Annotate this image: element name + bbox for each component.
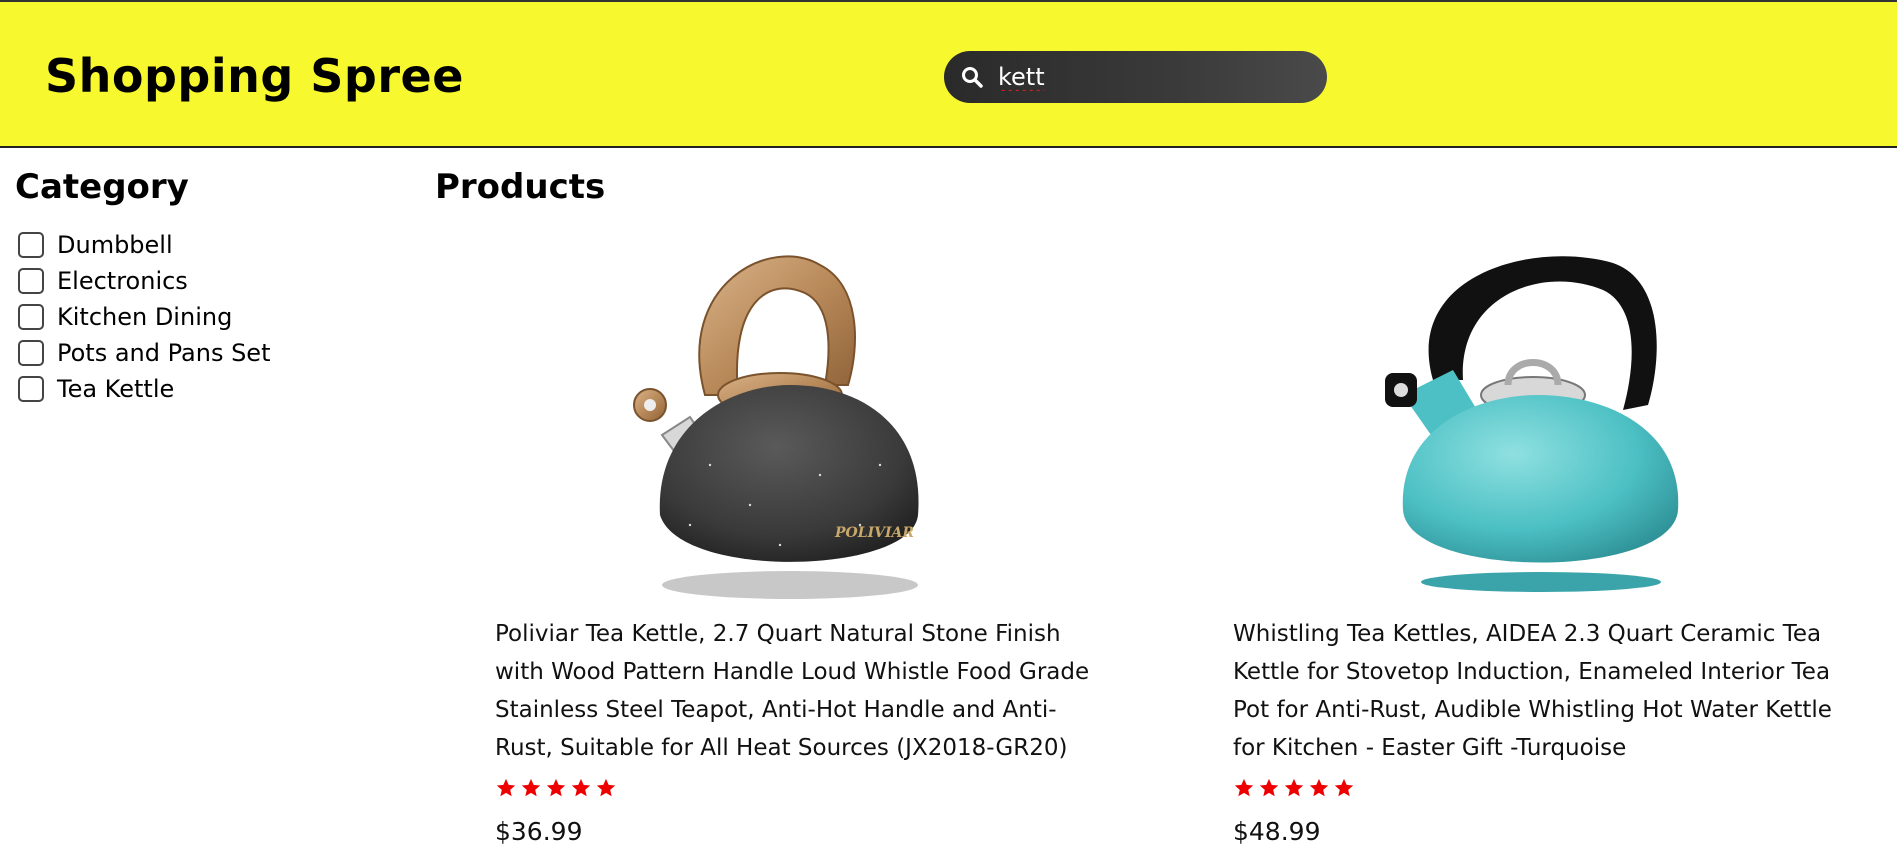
- category-item-tea-kettle[interactable]: Tea Kettle: [15, 371, 395, 407]
- category-label[interactable]: Pots and Pans Set: [57, 338, 270, 368]
- category-label[interactable]: Electronics: [57, 266, 188, 296]
- category-label[interactable]: Tea Kettle: [57, 374, 174, 404]
- header-bar: Shopping Spree: [0, 0, 1897, 148]
- category-label[interactable]: Kitchen Dining: [57, 302, 232, 332]
- star-icon: [521, 778, 541, 797]
- star-icon: [1259, 778, 1279, 797]
- star-icon: [1284, 778, 1304, 797]
- category-item-dumbbell[interactable]: Dumbbell: [15, 227, 395, 263]
- search-input[interactable]: [998, 59, 1308, 95]
- product-card[interactable]: Whistling Tea Kettles, AIDEA 2.3 Quart C…: [1233, 245, 1833, 855]
- product-title[interactable]: Poliviar Tea Kettle, 2.7 Quart Natural S…: [495, 615, 1095, 767]
- star-icon: [496, 778, 516, 797]
- rating-stars: [1233, 777, 1355, 799]
- product-image-black-kettle[interactable]: POLIVIAR: [620, 245, 980, 605]
- star-icon: [1309, 778, 1329, 797]
- rating-stars: [495, 777, 617, 799]
- product-price: $48.99: [1233, 817, 1321, 846]
- star-icon: [596, 778, 616, 797]
- category-checkbox[interactable]: [18, 340, 44, 366]
- search-icon[interactable]: [960, 65, 984, 89]
- category-label[interactable]: Dumbbell: [57, 230, 173, 260]
- category-item-kitchen-dining[interactable]: Kitchen Dining: [15, 299, 395, 335]
- products-title: Products: [435, 167, 606, 207]
- product-image-turquoise-kettle[interactable]: [1363, 245, 1723, 605]
- category-title: Category: [15, 167, 189, 207]
- product-card[interactable]: POLIVIAR Poliviar Tea Kettle, 2.7 Quart …: [495, 245, 1095, 855]
- products-section: Products: [435, 165, 1875, 209]
- star-icon: [571, 778, 591, 797]
- kettle-brand-text: POLIVIAR: [834, 525, 914, 541]
- category-item-electronics[interactable]: Electronics: [15, 263, 395, 299]
- category-checkbox[interactable]: [18, 232, 44, 258]
- star-icon: [546, 778, 566, 797]
- search-box[interactable]: [944, 51, 1327, 103]
- category-sidebar: Category Dumbbell Electronics Kitchen Di…: [15, 165, 395, 407]
- brand-title[interactable]: Shopping Spree: [45, 48, 464, 104]
- category-item-pots-and-pans-set[interactable]: Pots and Pans Set: [15, 335, 395, 371]
- product-title[interactable]: Whistling Tea Kettles, AIDEA 2.3 Quart C…: [1233, 615, 1833, 767]
- category-checkbox[interactable]: [18, 268, 44, 294]
- category-checkbox[interactable]: [18, 376, 44, 402]
- product-price: $36.99: [495, 817, 583, 846]
- category-checkbox[interactable]: [18, 304, 44, 330]
- star-icon: [1334, 778, 1354, 797]
- star-icon: [1234, 778, 1254, 797]
